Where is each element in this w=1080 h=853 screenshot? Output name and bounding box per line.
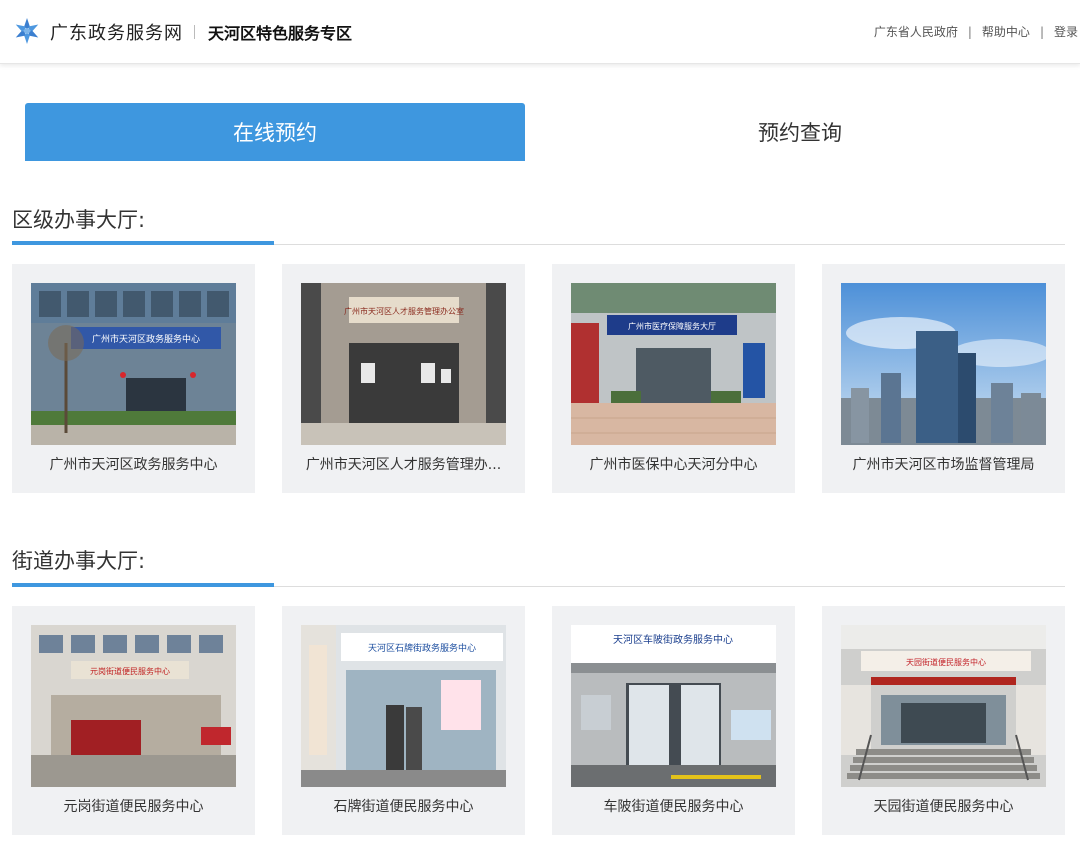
tab-online-booking[interactable]: 在线预约 (25, 103, 525, 161)
hall-card-caption: 广州市天河区市场监督管理局 (852, 457, 1035, 473)
hall-entrance-photo: 广州市医疗保障服务大厅 (571, 283, 776, 445)
office-entrance-photo: 天河区车陂街政务服务中心 (571, 625, 776, 787)
glass-entrance-photo: 天河区石牌街政务服务中心 (301, 625, 506, 787)
hall-card[interactable]: 广州市医疗保障服务大厅 广州市医保中心天河分中心 (552, 264, 795, 493)
hall-card-caption: 广州市天河区政务服务中心 (49, 457, 218, 473)
hall-card[interactable]: 天园街道便民服务中心 天园街道便民服务中心 (822, 606, 1065, 835)
link-help-center[interactable]: 帮助中心 (982, 23, 1030, 40)
zone-name: 天河区特色服务专区 (208, 24, 353, 43)
svg-text:广州市天河区政务服务中心: 广州市天河区政务服务中心 (92, 333, 200, 345)
hall-card[interactable]: 广州市天河区市场监督管理局 (822, 264, 1065, 493)
link-separator: | (967, 24, 972, 39)
site-name[interactable]: 广东政务服务网 (50, 19, 183, 45)
top-header: 广东政务服务网 天河区特色服务专区 广东省人民政府 | 帮助中心 | 登录 (0, 0, 1080, 64)
hall-card-caption: 天园街道便民服务中心 (873, 799, 1014, 815)
link-login[interactable]: 登录 (1054, 23, 1078, 40)
link-separator: | (1039, 24, 1044, 39)
svg-text:元岗街道便民服务中心: 元岗街道便民服务中心 (90, 666, 170, 676)
hall-card[interactable]: 广州市天河区政务服务中心 广州市天河区政务服务中心 (12, 264, 255, 493)
skyline-photo (841, 283, 1046, 445)
hall-card[interactable]: 广州市天河区人才服务管理办公室 广州市天河区人才服务管理办... (282, 264, 525, 493)
hall-card-caption: 广州市天河区人才服务管理办... (305, 457, 502, 473)
star-flower-logo-icon[interactable] (13, 17, 41, 45)
svg-text:天河区石牌街政务服务中心: 天河区石牌街政务服务中心 (368, 642, 476, 654)
building-entrance-photo: 元岗街道便民服务中心 (31, 625, 236, 787)
section-accent-bar (12, 241, 274, 245)
hall-card[interactable]: 天河区车陂街政务服务中心 车陂街道便民服务中心 (552, 606, 795, 835)
hall-card-caption: 石牌街道便民服务中心 (333, 799, 474, 815)
section-accent-bar (12, 583, 274, 587)
header-divider (194, 25, 195, 39)
svg-text:天河区车陂街政务服务中心: 天河区车陂街政务服务中心 (613, 633, 733, 646)
stairs-entrance-photo: 天园街道便民服务中心 (841, 625, 1046, 787)
svg-text:广州市医疗保障服务大厅: 广州市医疗保障服务大厅 (628, 321, 716, 331)
tab-booking-query[interactable]: 预约查询 (540, 103, 1060, 161)
svg-text:广州市天河区人才服务管理办公室: 广州市天河区人才服务管理办公室 (344, 306, 464, 316)
svg-text:天园街道便民服务中心: 天园街道便民服务中心 (906, 657, 986, 667)
hall-card[interactable]: 天河区石牌街政务服务中心 石牌街道便民服务中心 (282, 606, 525, 835)
section-title-street: 街道办事大厅: (12, 549, 146, 573)
hall-card[interactable]: 元岗街道便民服务中心 元岗街道便民服务中心 (12, 606, 255, 835)
section-title-district: 区级办事大厅: (12, 208, 146, 232)
hall-card-caption: 元岗街道便民服务中心 (63, 799, 204, 815)
link-province-gov[interactable]: 广东省人民政府 (874, 23, 958, 40)
hall-card-caption: 车陂街道便民服务中心 (603, 799, 744, 815)
building-entrance-photo: 广州市天河区政务服务中心 (31, 283, 236, 445)
hall-card-caption: 广州市医保中心天河分中心 (589, 457, 758, 473)
top-links: 广东省人民政府 | 帮助中心 | 登录 (874, 23, 1078, 40)
lobby-entrance-photo: 广州市天河区人才服务管理办公室 (301, 283, 506, 445)
